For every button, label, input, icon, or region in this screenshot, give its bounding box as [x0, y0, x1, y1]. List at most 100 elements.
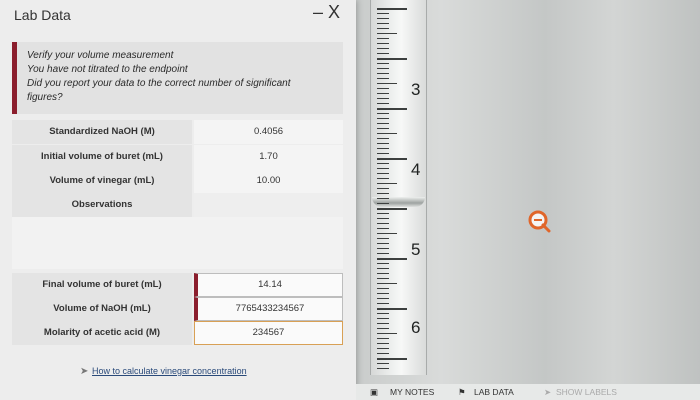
feedback-line: figures?: [27, 92, 63, 103]
burette-graduation-tick: [377, 188, 389, 189]
burette-graduation-tick: [377, 283, 397, 284]
burette-graduation-tick: [377, 68, 389, 69]
burette-graduation-tick: [377, 173, 389, 174]
burette-graduation-tick: [377, 293, 389, 294]
burette-graduation-tick: [377, 58, 407, 60]
burette-graduation-tick: [377, 128, 389, 129]
observations-label: Observations: [12, 193, 192, 217]
burette-graduation-tick: [377, 268, 389, 269]
burette-graduation-tick: [377, 298, 389, 299]
feedback-line: You have not titrated to the endpoint: [27, 64, 188, 75]
burette-graduation-tick: [377, 338, 389, 339]
burette-graduation-tick: [377, 23, 389, 24]
burette-graduation-tick: [377, 343, 389, 344]
burette-graduation-tick: [377, 103, 389, 104]
burette-graduation-tick: [377, 163, 389, 164]
burette-graduation-tick: [377, 358, 407, 360]
feedback-line: Did you report your data to the correct …: [27, 78, 291, 89]
input-row-final-volume: Final volume of buret (mL) 14.14: [12, 273, 343, 297]
bottom-toolbar: ▣ MY NOTES ⚑ LAB DATA ➤ SHOW LABELS: [356, 384, 700, 400]
burette-graduation-tick: [377, 13, 389, 14]
observations-field[interactable]: [12, 217, 343, 269]
burette-graduation-tick: [377, 43, 389, 44]
burette-mark-5: 5: [411, 240, 421, 259]
row-value: 0.4056: [194, 120, 343, 144]
flask-icon: ⚑: [458, 387, 466, 397]
burette-graduation-tick: [377, 228, 389, 229]
input-row-naoh-volume: Volume of NaOH (mL) 7765433234567: [12, 297, 343, 321]
burette-graduation-tick: [377, 303, 389, 304]
zoom-icon[interactable]: [527, 209, 551, 233]
table-row: Initial volume of buret (mL) 1.70: [12, 145, 343, 169]
burette-graduation-tick: [377, 318, 389, 319]
burette-graduation-tick: [377, 98, 389, 99]
burette-graduation-tick: [377, 53, 389, 54]
burette-graduation-tick: [377, 148, 389, 149]
burette-graduation-tick: [377, 143, 389, 144]
burette-graduation-tick: [377, 168, 389, 169]
burette-graduation-tick: [377, 133, 397, 134]
burette-graduation-tick: [377, 118, 389, 119]
burette: 3 4 5 6: [370, 0, 427, 375]
molarity-input[interactable]: 234567: [194, 321, 343, 345]
burette-graduation-tick: [377, 323, 389, 324]
burette-graduation-tick: [377, 153, 389, 154]
burette-graduation-tick: [377, 363, 389, 364]
burette-graduation-tick: [377, 368, 389, 369]
burette-graduation-tick: [377, 193, 389, 194]
burette-graduation-tick: [377, 78, 389, 79]
burette-graduation-tick: [377, 223, 389, 224]
table-row: Volume of vinegar (mL) 10.00: [12, 169, 343, 193]
burette-mark-4: 4: [411, 160, 421, 179]
burette-graduation-tick: [377, 48, 389, 49]
help-arrow-icon: ➤: [80, 366, 89, 377]
burette-graduation-tick: [377, 208, 407, 210]
burette-graduation-tick: [377, 353, 389, 354]
burette-graduation-tick: [377, 83, 397, 84]
burette-graduation-tick: [377, 203, 389, 204]
burette-graduation-tick: [377, 38, 389, 39]
row-label: Volume of vinegar (mL): [12, 169, 192, 193]
my-notes-button[interactable]: MY NOTES: [390, 387, 434, 397]
burette-graduation-tick: [377, 108, 407, 110]
burette-graduation-tick: [377, 18, 389, 19]
lab-data-window: Lab Data – X Verify your volume measurem…: [0, 0, 356, 400]
notes-icon: ▣: [370, 387, 379, 397]
labels-icon: ➤: [544, 387, 552, 397]
row-label: Initial volume of buret (mL): [12, 145, 192, 169]
minimize-close-button[interactable]: – X: [313, 2, 340, 23]
burette-graduation-tick: [377, 233, 397, 234]
window-title: Lab Data: [14, 7, 71, 23]
naoh-volume-input[interactable]: 7765433234567: [194, 297, 343, 321]
burette-graduation-tick: [377, 308, 407, 310]
row-label: Standardized NaOH (M): [12, 120, 192, 144]
burette-graduation-tick: [377, 313, 389, 314]
burette-graduation-tick: [377, 278, 389, 279]
burette-mark-6: 6: [411, 318, 421, 337]
burette-graduation-tick: [377, 328, 389, 329]
burette-graduation-tick: [377, 8, 407, 10]
burette-graduation-tick: [377, 63, 389, 64]
burette-mark-3: 3: [411, 80, 421, 99]
burette-graduation-tick: [377, 248, 389, 249]
burette-graduation-tick: [377, 183, 397, 184]
burette-graduation-tick: [377, 243, 389, 244]
burette-graduation-tick: [377, 198, 389, 199]
lab-data-button[interactable]: LAB DATA: [474, 387, 514, 397]
feedback-line: Verify your volume measurement: [27, 50, 174, 61]
burette-graduation-tick: [377, 28, 389, 29]
burette-graduation-tick: [377, 88, 389, 89]
burette-graduation-tick: [377, 253, 389, 254]
burette-graduation-tick: [377, 93, 389, 94]
burette-graduation-tick: [377, 288, 389, 289]
burette-graduation-tick: [377, 333, 397, 334]
burette-graduation-tick: [377, 218, 389, 219]
burette-graduation-tick: [377, 273, 389, 274]
help-link[interactable]: How to calculate vinegar concentration: [92, 366, 247, 376]
input-label: Molarity of acetic acid (M): [12, 321, 192, 345]
burette-graduation-tick: [377, 123, 389, 124]
burette-graduation-tick: [377, 113, 389, 114]
show-labels-button[interactable]: SHOW LABELS: [556, 387, 617, 397]
input-label: Volume of NaOH (mL): [12, 297, 192, 321]
final-volume-input[interactable]: 14.14: [194, 273, 343, 297]
